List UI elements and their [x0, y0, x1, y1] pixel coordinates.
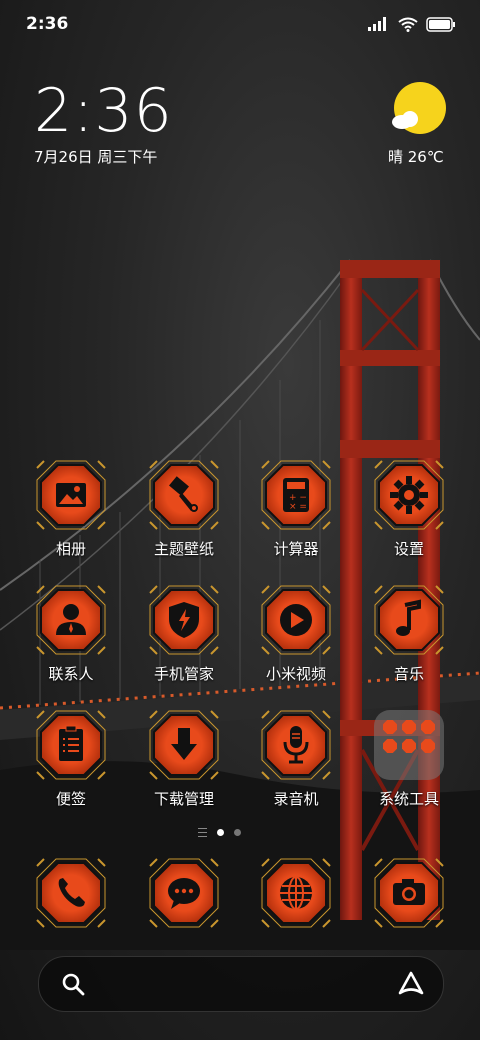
- dock-browser-globe[interactable]: [246, 858, 346, 928]
- app-label: 音乐: [393, 665, 424, 683]
- shield-icon: [149, 585, 219, 655]
- app-folder[interactable]: 系统工具: [359, 710, 459, 809]
- paintbrush-icon: [149, 460, 219, 530]
- app-shield[interactable]: 手机管家: [134, 585, 234, 684]
- app-label: 录音机: [273, 790, 319, 808]
- app-label: 相册: [55, 540, 86, 558]
- app-microphone[interactable]: 录音机: [246, 710, 346, 809]
- assistant-icon[interactable]: [397, 970, 425, 998]
- svg-text:× =: × =: [289, 502, 307, 512]
- dock-message[interactable]: [134, 858, 234, 928]
- calculator-icon: + −× =: [261, 460, 331, 530]
- app-calculator[interactable]: + − × = 计算器: [246, 460, 346, 559]
- app-label: 手机管家: [153, 665, 214, 683]
- folder-icon: [374, 710, 444, 780]
- dock-camera[interactable]: [359, 858, 459, 928]
- clock-widget-date: 7月26日 周三下午: [34, 148, 158, 166]
- music-note-icon: [374, 585, 444, 655]
- app-label: 小米视频: [265, 665, 326, 683]
- app-notes[interactable]: 便签: [21, 710, 121, 809]
- page-dot: [234, 829, 241, 836]
- play-icon: [261, 585, 331, 655]
- clock-widget-time[interactable]: 2:36: [34, 78, 173, 144]
- search-icon: [62, 973, 85, 996]
- status-icons: [368, 14, 456, 34]
- app-gallery[interactable]: 相册: [21, 460, 121, 559]
- contact-icon: [36, 585, 106, 655]
- app-label: 系统工具: [378, 790, 439, 808]
- app-label: 计算器: [273, 540, 319, 558]
- app-download[interactable]: 下载管理: [134, 710, 234, 809]
- camera-icon: [374, 858, 444, 928]
- gallery-icon: [36, 460, 106, 530]
- app-label: 联系人: [48, 665, 94, 683]
- download-icon: [149, 710, 219, 780]
- message-icon: [149, 858, 219, 928]
- browser-globe-icon: [261, 858, 331, 928]
- page-list-icon: [198, 828, 207, 837]
- phone-icon: [36, 858, 106, 928]
- app-label: 设置: [393, 540, 424, 558]
- wifi-icon: [398, 17, 418, 32]
- app-label: 便签: [55, 790, 86, 808]
- app-label: 主题壁纸: [153, 540, 214, 558]
- gear-icon: [374, 460, 444, 530]
- status-time: 2:36: [26, 14, 69, 34]
- battery-icon: [426, 16, 455, 32]
- notes-icon: [36, 710, 106, 780]
- search-bar[interactable]: [38, 956, 444, 1012]
- app-contact[interactable]: 联系人: [21, 585, 121, 684]
- weather-text: 晴 26℃: [388, 148, 444, 166]
- microphone-icon: [261, 710, 331, 780]
- page-dot-active: [217, 829, 224, 836]
- sun-cloud-icon[interactable]: [388, 80, 450, 140]
- signal-icon: [368, 17, 386, 31]
- app-music-note[interactable]: 音乐: [359, 585, 459, 684]
- app-gear[interactable]: 设置: [359, 460, 459, 559]
- dock-phone[interactable]: [21, 858, 121, 928]
- app-paintbrush[interactable]: 主题壁纸: [134, 460, 234, 559]
- app-label: 下载管理: [153, 790, 214, 808]
- page-indicator[interactable]: [198, 828, 241, 837]
- app-play[interactable]: 小米视频: [246, 585, 346, 684]
